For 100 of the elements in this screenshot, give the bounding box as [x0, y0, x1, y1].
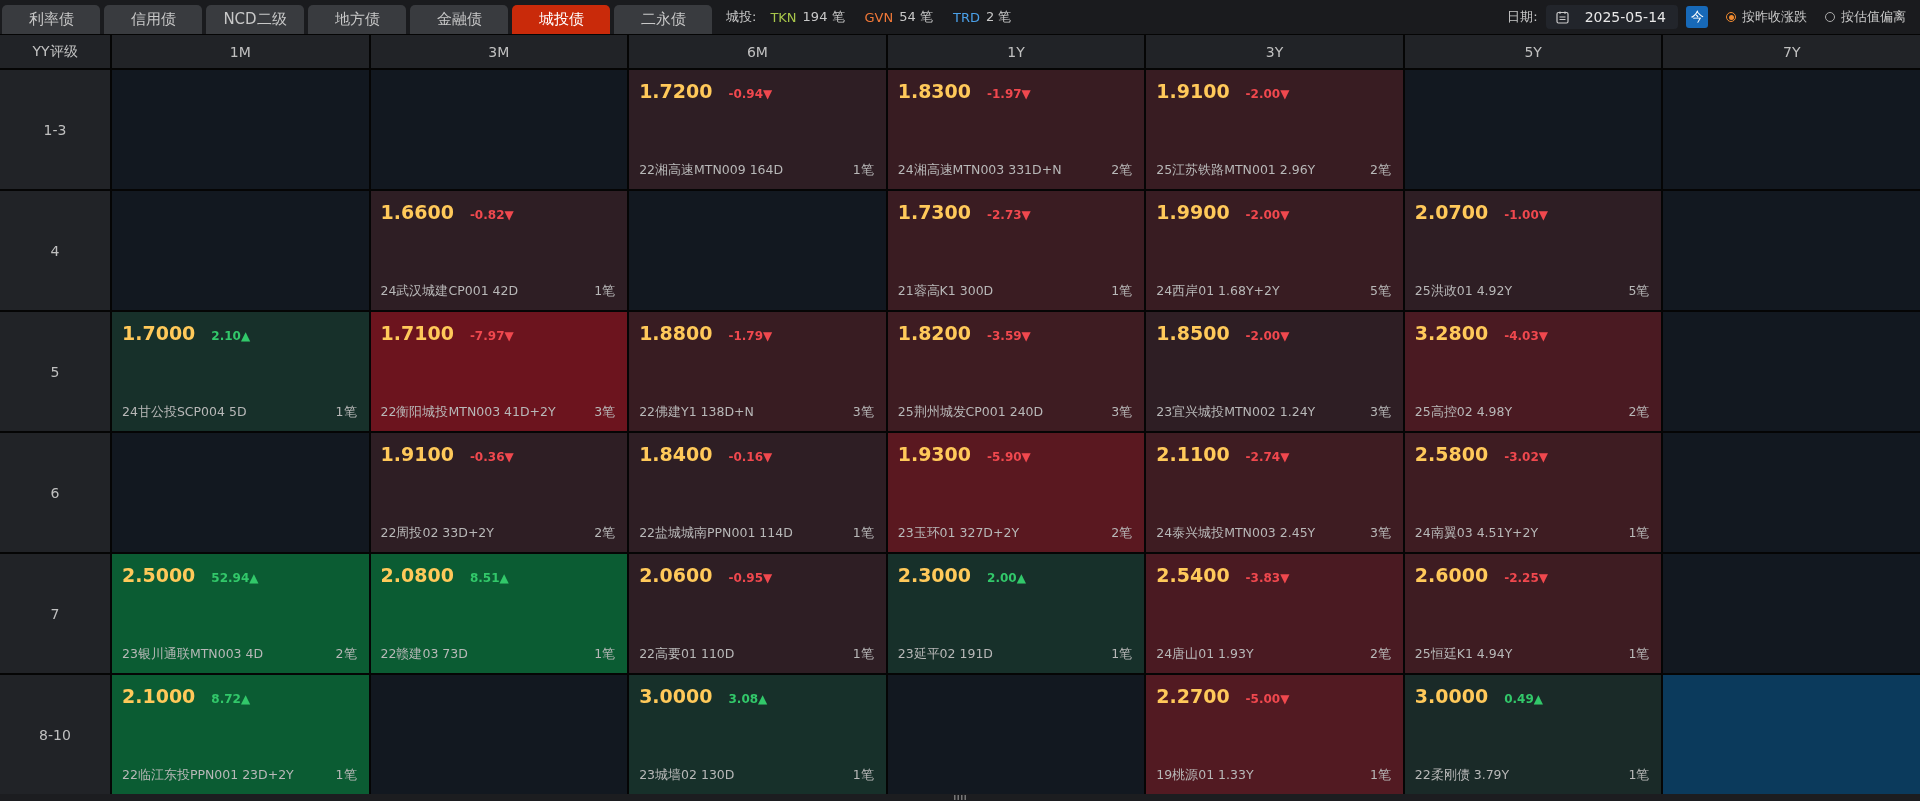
change-value: -1.97▼ — [987, 87, 1031, 101]
heat-cell[interactable]: 2.0600 -0.95▼ 22高要01 110D 1笔 — [629, 554, 886, 673]
heat-cell[interactable]: 1.8800 -1.79▼ 22佛建Y1 138D+N 3笔 — [629, 312, 886, 431]
bond-name: 24泰兴城投MTN003 2.45Y — [1156, 525, 1316, 542]
trade-count: 2笔 — [1628, 404, 1650, 421]
heat-cell[interactable]: 2.5000 52.94▲ 23银川通联MTN003 4D 2笔 — [112, 554, 369, 673]
heat-cell[interactable]: 2.1000 8.72▲ 22临江东投PPN001 23D+2Y 1笔 — [112, 675, 369, 794]
trade-count: 194 笔 — [802, 8, 845, 26]
trade-count: 5笔 — [1628, 283, 1650, 300]
category-tab[interactable]: 利率债 — [2, 5, 100, 34]
heat-cell[interactable]: 1.9100 -0.36▼ 22周投02 33D+2Y 2笔 — [370, 433, 628, 552]
heat-cell[interactable]: 2.0700 -1.00▼ 25洪政01 4.92Y 5笔 — [1404, 191, 1662, 310]
heat-cell[interactable] — [112, 191, 369, 310]
resize-grip-icon[interactable] — [954, 795, 966, 800]
summary-label: 城投: — [726, 8, 757, 26]
column-header: 1M — [112, 35, 369, 68]
category-tab[interactable]: 金融债 — [410, 5, 508, 34]
bond-name: 22柔刚债 3.79Y — [1414, 767, 1510, 784]
heat-cell[interactable]: 1.7100 -7.97▼ 22衡阳城投MTN003 41D+2Y 3笔 — [370, 312, 628, 431]
column-header: 1Y — [887, 35, 1145, 68]
heat-cell[interactable] — [1663, 675, 1920, 794]
heat-cell[interactable]: 2.5400 -3.83▼ 24唐山01 1.93Y 2笔 — [1146, 554, 1403, 673]
column-header: 6M — [629, 35, 886, 68]
trade-count: 1笔 — [1111, 283, 1133, 300]
yield-value: 1.8500 — [1156, 322, 1230, 344]
heat-cell[interactable]: 2.6000 -2.25▼ 25恒廷K1 4.94Y 1笔 — [1404, 554, 1662, 673]
bond-name: 23宜兴城投MTN002 1.24Y — [1156, 404, 1316, 421]
heat-cell[interactable]: 1.8300 -1.97▼ 24湘高速MTN003 331D+N 2笔 — [887, 70, 1145, 189]
heat-cell[interactable] — [370, 70, 628, 189]
heat-cell[interactable]: 1.9300 -5.90▼ 23玉环01 327D+2Y 2笔 — [887, 433, 1145, 552]
trade-count: 1笔 — [594, 646, 616, 663]
bond-name: 21蓉高K1 300D — [897, 283, 994, 300]
heat-cell[interactable]: 2.3000 2.00▲ 23延平02 191D 1笔 — [887, 554, 1145, 673]
heat-cell[interactable]: 1.6600 -0.82▼ 24武汉城建CP001 42D 1笔 — [370, 191, 628, 310]
heat-cell[interactable] — [1663, 554, 1920, 673]
heat-cell[interactable]: 1.8500 -2.00▼ 23宜兴城投MTN002 1.24Y 3笔 — [1146, 312, 1403, 431]
change-value: 2.00▲ — [987, 571, 1026, 585]
change-value: 8.72▲ — [211, 692, 251, 706]
category-tab[interactable]: 地方债 — [308, 5, 406, 34]
heat-cell[interactable]: 3.2800 -4.03▼ 25高控02 4.98Y 2笔 — [1404, 312, 1662, 431]
trade-count: 1笔 — [852, 525, 874, 542]
heat-cell[interactable] — [629, 191, 886, 310]
trade-count: 3笔 — [1111, 404, 1133, 421]
yield-value: 2.0700 — [1414, 201, 1489, 223]
yield-value: 2.2700 — [1156, 685, 1230, 707]
change-value: -4.03▼ — [1504, 329, 1548, 343]
today-button[interactable]: 今 — [1686, 6, 1708, 28]
heat-cell[interactable] — [112, 433, 369, 552]
yield-value: 3.2800 — [1414, 322, 1489, 344]
heat-cell[interactable]: 2.1100 -2.74▼ 24泰兴城投MTN003 2.45Y 3笔 — [1146, 433, 1403, 552]
heat-cell[interactable] — [1663, 191, 1920, 310]
yield-value: 1.7000 — [122, 322, 196, 344]
heat-cell[interactable] — [1663, 312, 1920, 431]
trade-count: 3笔 — [852, 404, 874, 421]
change-value: -0.82▼ — [469, 208, 514, 222]
change-value: -2.00▼ — [1245, 329, 1290, 343]
change-value: -5.00▼ — [1245, 692, 1290, 706]
radio-option[interactable]: 按估值偏离 — [1815, 8, 1906, 26]
yield-value: 3.0000 — [639, 685, 713, 707]
heat-cell[interactable]: 1.8200 -3.59▼ 25荆州城发CP001 240D 3笔 — [887, 312, 1145, 431]
yield-value: 2.5800 — [1414, 443, 1489, 465]
heat-cell[interactable]: 2.5800 -3.02▼ 24南翼03 4.51Y+2Y 1笔 — [1404, 433, 1662, 552]
yield-value: 1.8300 — [897, 80, 972, 102]
trade-count: 2 笔 — [985, 8, 1012, 26]
bond-name: 25高控02 4.98Y — [1414, 404, 1513, 421]
category-tab[interactable]: 城投债 — [512, 5, 610, 34]
heat-cell[interactable] — [370, 675, 628, 794]
rating-label: 5 — [0, 312, 110, 431]
rating-label: 7 — [0, 554, 110, 673]
heat-cell[interactable]: 2.0800 8.51▲ 22赣建03 73D 1笔 — [370, 554, 628, 673]
bond-name: 22衡阳城投MTN003 41D+2Y — [380, 404, 556, 421]
heat-cell[interactable] — [1663, 433, 1920, 552]
heat-cell[interactable] — [1404, 70, 1662, 189]
trade-count: 2笔 — [335, 646, 357, 663]
heat-cell[interactable]: 1.7200 -0.94▼ 22湘高速MTN009 164D 1笔 — [629, 70, 886, 189]
category-tab[interactable]: NCD二级 — [206, 5, 304, 34]
heat-cell[interactable] — [112, 70, 369, 189]
heat-cell[interactable]: 2.2700 -5.00▼ 19桃源01 1.33Y 1笔 — [1146, 675, 1403, 794]
heat-cell[interactable]: 1.8400 -0.16▼ 22盐城城南PPN001 114D 1笔 — [629, 433, 886, 552]
change-value: -2.25▼ — [1504, 571, 1548, 585]
heat-cell[interactable]: 1.7300 -2.73▼ 21蓉高K1 300D 1笔 — [887, 191, 1145, 310]
yield-value: 1.9900 — [1156, 201, 1230, 223]
change-value: 2.10▲ — [211, 329, 251, 343]
date-field[interactable]: 2025-05-14 — [1545, 5, 1678, 29]
category-tab[interactable]: 二永债 — [614, 5, 712, 34]
change-value: -2.00▼ — [1245, 208, 1290, 222]
heat-cell[interactable]: 1.7000 2.10▲ 24甘公投SCP004 5D 1笔 — [112, 312, 369, 431]
heat-cell[interactable]: 1.9900 -2.00▼ 24西岸01 1.68Y+2Y 5笔 — [1146, 191, 1403, 310]
change-value: -5.90▼ — [987, 450, 1031, 464]
bond-name: 25江苏铁路MTN001 2.96Y — [1156, 162, 1316, 179]
bond-name: 22湘高速MTN009 164D — [639, 162, 784, 179]
heat-cell[interactable]: 3.0000 3.08▲ 23城墙02 130D 1笔 — [629, 675, 886, 794]
heat-cell[interactable] — [887, 675, 1145, 794]
category-tab[interactable]: 信用债 — [104, 5, 202, 34]
heat-cell[interactable]: 1.9100 -2.00▼ 25江苏铁路MTN001 2.96Y 2笔 — [1146, 70, 1403, 189]
heat-cell[interactable]: 3.0000 0.49▲ 22柔刚债 3.79Y 1笔 — [1404, 675, 1662, 794]
heat-cell[interactable] — [1663, 70, 1920, 189]
radio-option[interactable]: 按昨收涨跌 — [1716, 8, 1807, 26]
yield-value: 2.5400 — [1156, 564, 1230, 586]
bond-name: 22赣建03 73D — [380, 646, 468, 663]
